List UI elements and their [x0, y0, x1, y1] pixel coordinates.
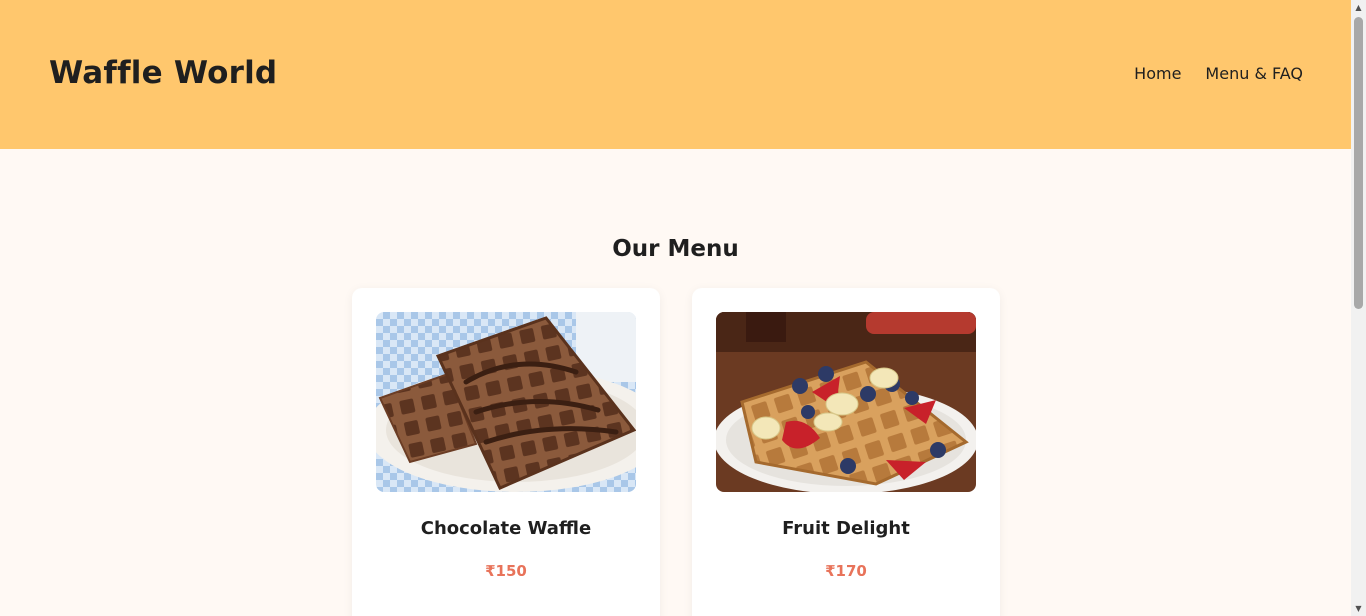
brand-logo[interactable]: Waffle World	[49, 55, 277, 91]
vertical-scrollbar[interactable]: ▲ ▼	[1351, 0, 1366, 616]
scroll-up-arrow-icon[interactable]: ▲	[1351, 0, 1366, 15]
menu-card[interactable]: Chocolate Waffle ₹150	[352, 288, 660, 616]
nav-menu-faq-link[interactable]: Menu & FAQ	[1205, 64, 1303, 83]
menu-item-price: ₹150	[485, 562, 527, 580]
nav-home-link[interactable]: Home	[1134, 64, 1181, 83]
page: Waffle World Home Menu & FAQ Our Menu Ch…	[0, 0, 1351, 616]
section-title: Our Menu	[612, 236, 739, 262]
menu-item-price: ₹170	[825, 562, 867, 580]
scroll-thumb[interactable]	[1354, 17, 1363, 309]
scroll-down-arrow-icon[interactable]: ▼	[1351, 601, 1366, 616]
main-nav: Home Menu & FAQ	[1134, 64, 1303, 83]
menu-item-name: Chocolate Waffle	[420, 518, 592, 539]
site-header: Waffle World Home Menu & FAQ	[0, 0, 1351, 149]
chocolate-waffle-photo	[376, 312, 636, 492]
menu-item-name: Fruit Delight	[782, 518, 910, 539]
fruit-waffle-photo	[716, 312, 976, 492]
menu-card[interactable]: Fruit Delight ₹170	[692, 288, 1000, 616]
